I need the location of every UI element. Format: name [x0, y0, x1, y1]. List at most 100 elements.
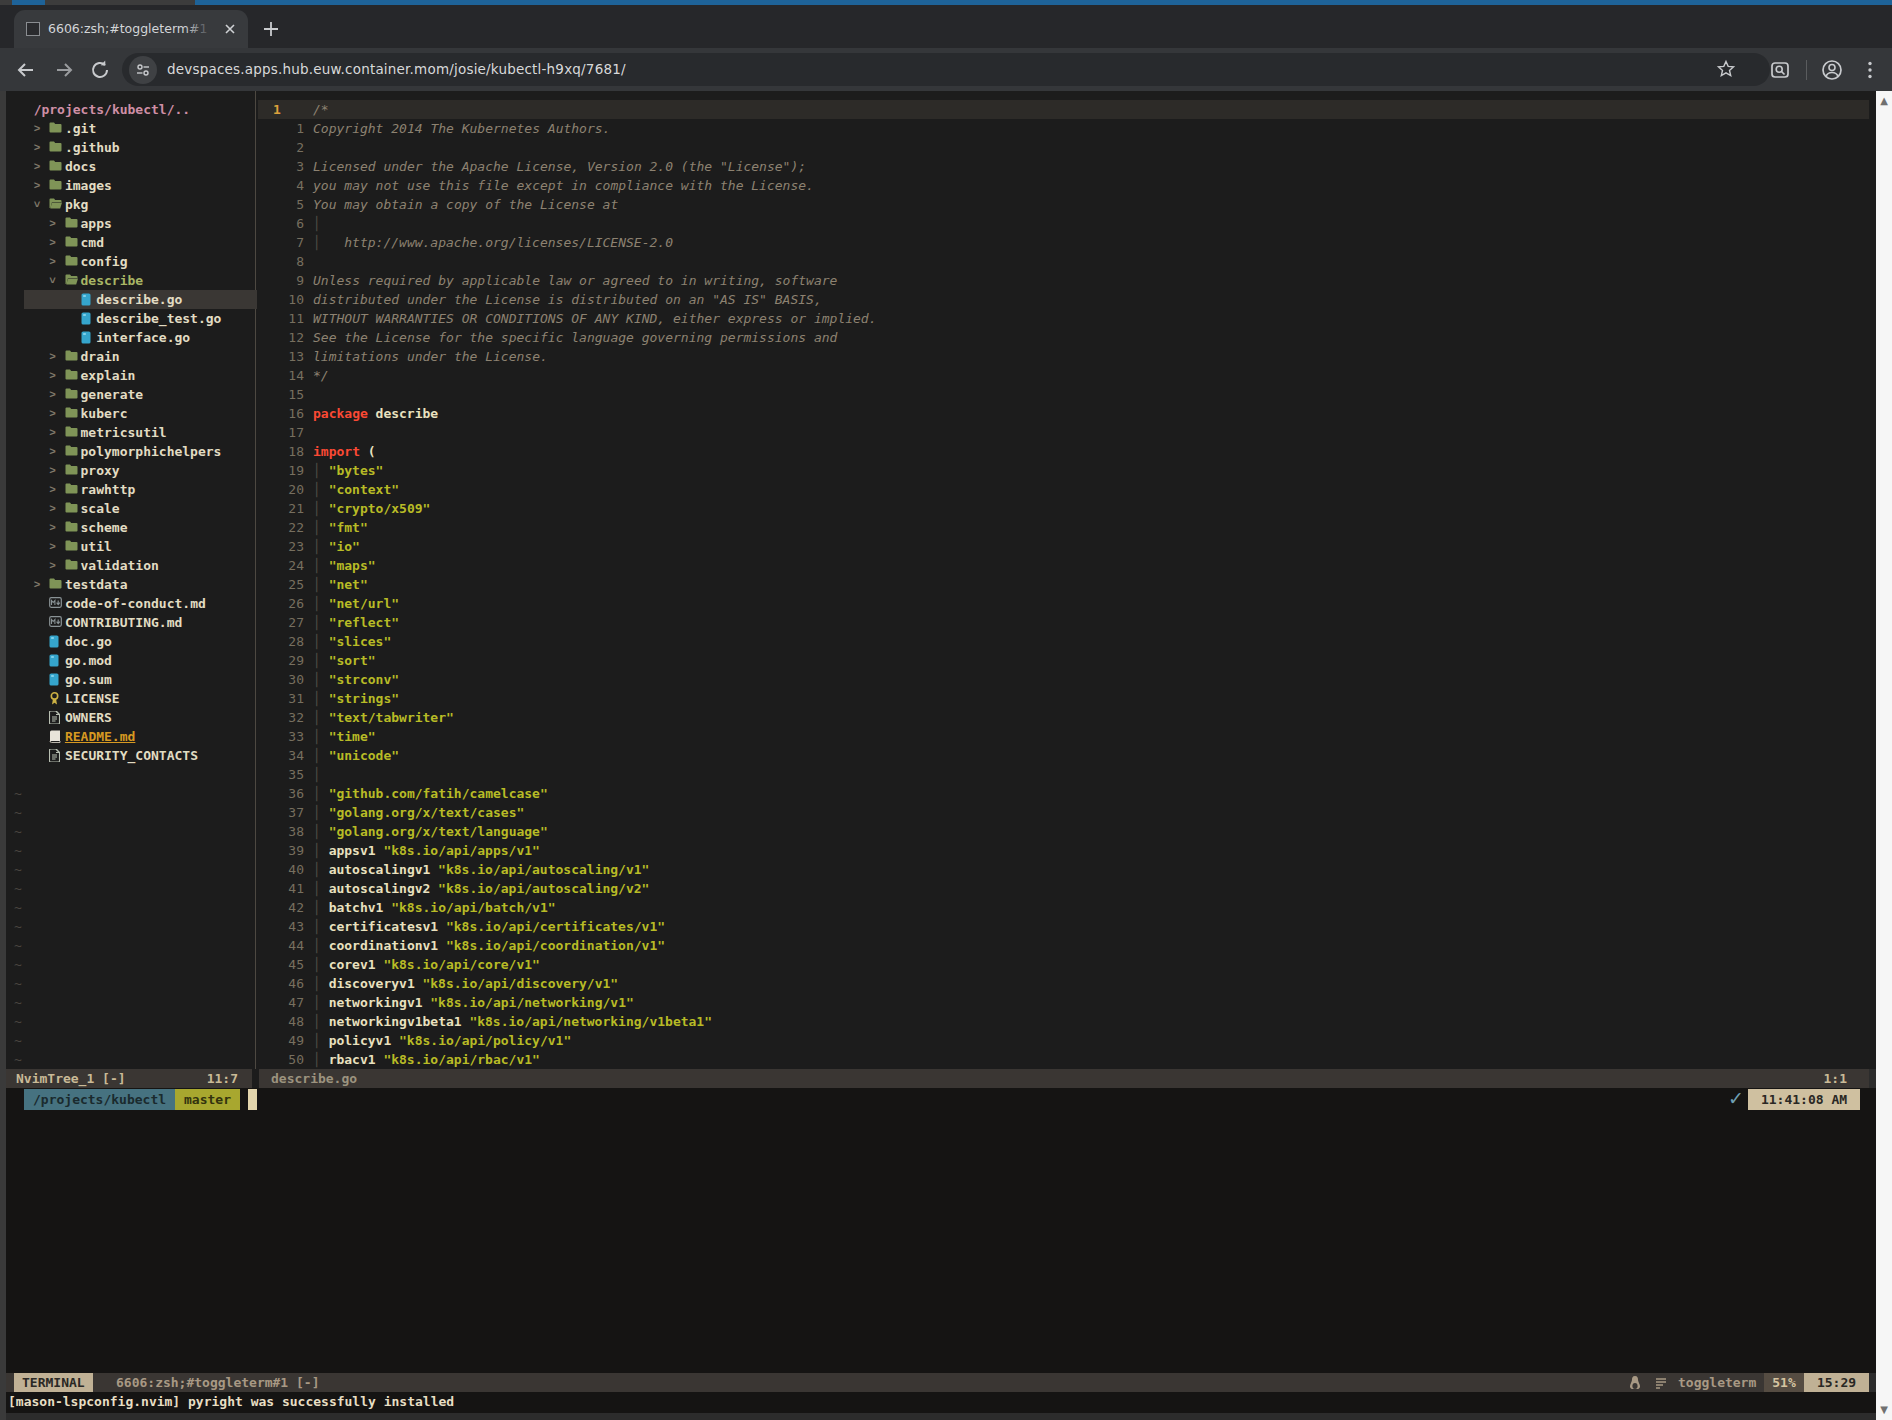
chevron-right-icon[interactable]: ˃ — [49, 480, 56, 499]
address-bar[interactable]: devspaces.apps.hub.euw.container.mom/jos… — [122, 53, 1770, 86]
tree-item-generate[interactable]: ˃generate — [6, 385, 252, 404]
tree-item-rawhttp[interactable]: ˃rawhttp — [6, 480, 252, 499]
chevron-right-icon[interactable]: ˃ — [49, 404, 56, 423]
code-line[interactable]: 33│"time" — [258, 727, 1869, 746]
tree-item-kuberc[interactable]: ˃kuberc — [6, 404, 252, 423]
code-line[interactable]: 22│"fmt" — [258, 518, 1869, 537]
chevron-right-icon[interactable]: ˃ — [49, 518, 56, 537]
page-scrollbar[interactable] — [1876, 91, 1892, 1420]
code-line[interactable]: 16package describe — [258, 404, 1869, 423]
tree-item-.github[interactable]: ˃.github — [6, 138, 252, 157]
tree-item-metricsutil[interactable]: ˃metricsutil — [6, 423, 252, 442]
tree-item-.git[interactable]: ˃.git — [6, 119, 252, 138]
chevron-right-icon[interactable]: ˃ — [49, 385, 56, 404]
code-line[interactable]: 1Copyright 2014 The Kubernetes Authors. — [258, 119, 1869, 138]
code-line[interactable]: 34│"unicode" — [258, 746, 1869, 765]
code-line[interactable]: 46│discoveryv1 "k8s.io/api/discovery/v1" — [258, 974, 1869, 993]
code-line[interactable]: 17 — [258, 423, 1869, 442]
code-line[interactable]: 12See the License for the specific langu… — [258, 328, 1869, 347]
tree-item-describe_test.go[interactable]: describe_test.go — [6, 309, 252, 328]
code-line[interactable]: 43│certificatesv1 "k8s.io/api/certificat… — [258, 917, 1869, 936]
chevron-right-icon[interactable]: ˃ — [49, 537, 56, 556]
code-line[interactable]: 19│"bytes" — [258, 461, 1869, 480]
tree-item-README.md[interactable]: README.md — [6, 727, 252, 746]
code-line[interactable]: 38│"golang.org/x/text/language" — [258, 822, 1869, 841]
code-line[interactable]: 35│ — [258, 765, 1869, 784]
tree-item-config[interactable]: ˃config — [6, 252, 252, 271]
chevron-right-icon[interactable]: ˃ — [49, 214, 56, 233]
code-line[interactable]: 15 — [258, 385, 1869, 404]
chevron-right-icon[interactable]: ˃ — [49, 252, 56, 271]
chevron-right-icon[interactable]: ˃ — [49, 499, 56, 518]
code-line[interactable]: 30│"strconv" — [258, 670, 1869, 689]
code-line[interactable]: 48│networkingv1beta1 "k8s.io/api/network… — [258, 1012, 1869, 1031]
code-line[interactable]: 8 — [258, 252, 1869, 271]
code-line[interactable]: 29│"sort" — [258, 651, 1869, 670]
tree-item-go.mod[interactable]: go.mod — [6, 651, 252, 670]
code-line[interactable]: 42│batchv1 "k8s.io/api/batch/v1" — [258, 898, 1869, 917]
code-line[interactable]: 40│autoscalingv1 "k8s.io/api/autoscaling… — [258, 860, 1869, 879]
back-button[interactable] — [14, 58, 38, 82]
chevron-right-icon[interactable]: ˃ — [49, 233, 56, 252]
code-line[interactable]: 11WITHOUT WARRANTIES OR CONDITIONS OF AN… — [258, 309, 1869, 328]
tree-item-explain[interactable]: ˃explain — [6, 366, 252, 385]
tree-item-LICENSE[interactable]: LICENSE — [6, 689, 252, 708]
tree-item-testdata[interactable]: ˃testdata — [6, 575, 252, 594]
chevron-right-icon[interactable]: ˃ — [34, 575, 41, 594]
code-line[interactable]: 28│"slices" — [258, 632, 1869, 651]
tree-item-cmd[interactable]: ˃cmd — [6, 233, 252, 252]
tree-item-pkg[interactable]: ˅pkg — [6, 195, 252, 214]
code-line[interactable]: 27│"reflect" — [258, 613, 1869, 632]
code-line[interactable]: 6│ — [258, 214, 1869, 233]
browser-tab[interactable]: 6606:zsh;#toggleterm#1 - (term — [14, 10, 248, 48]
code-line[interactable]: 2 — [258, 138, 1869, 157]
tree-item-interface.go[interactable]: interface.go — [6, 328, 252, 347]
code-line[interactable]: 37│"golang.org/x/text/cases" — [258, 803, 1869, 822]
code-line[interactable]: 25│"net" — [258, 575, 1869, 594]
chevron-down-icon[interactable]: ˅ — [49, 271, 56, 290]
tree-item-go.sum[interactable]: go.sum — [6, 670, 252, 689]
tree-item-polymorphichelpers[interactable]: ˃polymorphichelpers — [6, 442, 252, 461]
code-line[interactable]: 45│corev1 "k8s.io/api/core/v1" — [258, 955, 1869, 974]
site-settings-chip[interactable] — [129, 56, 157, 84]
code-line[interactable]: 41│autoscalingv2 "k8s.io/api/autoscaling… — [258, 879, 1869, 898]
bookmark-star-icon[interactable] — [1716, 59, 1736, 79]
chevron-right-icon[interactable]: ˃ — [49, 423, 56, 442]
tree-item-docs[interactable]: ˃docs — [6, 157, 252, 176]
chevron-down-icon[interactable]: ˅ — [34, 195, 41, 214]
code-line[interactable]: 9Unless required by applicable law or ag… — [258, 271, 1869, 290]
code-line[interactable]: 10distributed under the License is distr… — [258, 290, 1869, 309]
code-line[interactable]: 21│"crypto/x509" — [258, 499, 1869, 518]
code-line[interactable]: 23│"io" — [258, 537, 1869, 556]
profile-avatar-icon[interactable] — [1820, 58, 1844, 82]
tree-item-CONTRIBUTING.md[interactable]: CONTRIBUTING.md — [6, 613, 252, 632]
url-text[interactable]: devspaces.apps.hub.euw.container.mom/jos… — [167, 61, 626, 77]
chevron-right-icon[interactable]: ˃ — [49, 461, 56, 480]
menu-kebab-icon[interactable] — [1858, 58, 1882, 82]
tree-item-util[interactable]: ˃util — [6, 537, 252, 556]
tree-item-OWNERS[interactable]: OWNERS — [6, 708, 252, 727]
scrollbar-down-arrow[interactable]: ▼ — [1878, 1404, 1890, 1416]
chevron-right-icon[interactable]: ˃ — [34, 157, 41, 176]
code-line[interactable]: 49│policyv1 "k8s.io/api/policy/v1" — [258, 1031, 1869, 1050]
reload-button[interactable] — [88, 58, 112, 82]
chevron-right-icon[interactable]: ˃ — [34, 119, 41, 138]
scrollbar-up-arrow[interactable]: ▲ — [1878, 95, 1890, 107]
tree-item-drain[interactable]: ˃drain — [6, 347, 252, 366]
code-line[interactable]: 3Licensed under the Apache License, Vers… — [258, 157, 1869, 176]
code-line[interactable]: 31│"strings" — [258, 689, 1869, 708]
code-line[interactable]: 44│coordinationv1 "k8s.io/api/coordinati… — [258, 936, 1869, 955]
code-line[interactable]: 14*/ — [258, 366, 1869, 385]
chevron-right-icon[interactable]: ˃ — [49, 556, 56, 575]
code-line[interactable]: 4you may not use this file except in com… — [258, 176, 1869, 195]
code-line[interactable]: 36│"github.com/fatih/camelcase" — [258, 784, 1869, 803]
tree-item-apps[interactable]: ˃apps — [6, 214, 252, 233]
chevron-right-icon[interactable]: ˃ — [34, 138, 41, 157]
chevron-right-icon[interactable]: ˃ — [49, 347, 56, 366]
code-line[interactable]: 13limitations under the License. — [258, 347, 1869, 366]
tree-item-describe.go[interactable]: describe.go — [6, 290, 252, 309]
code-line[interactable]: 24│"maps" — [258, 556, 1869, 575]
code-line[interactable]: 20│"context" — [258, 480, 1869, 499]
code-line[interactable]: 50│rbacv1 "k8s.io/api/rbac/v1" — [258, 1050, 1869, 1069]
tab-search-icon[interactable] — [1768, 58, 1792, 82]
